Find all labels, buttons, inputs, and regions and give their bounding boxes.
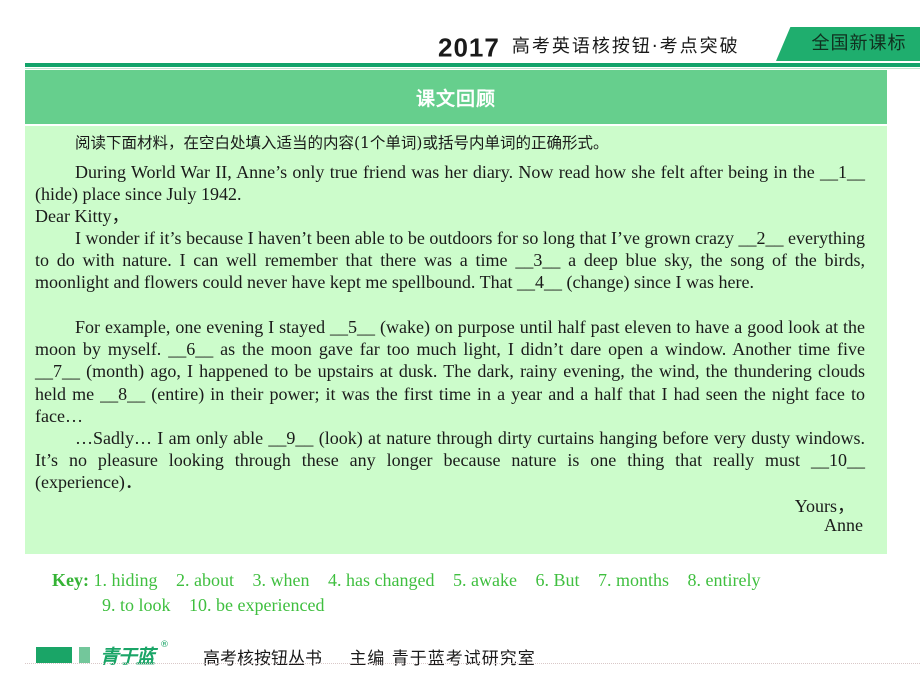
answer-item: 10. be experienced	[189, 594, 325, 615]
answer-item: 4. has changed	[328, 570, 435, 590]
section-title-bar: 课文回顾	[25, 70, 887, 124]
curriculum-badge-label: 全国新课标	[811, 33, 907, 54]
answer-item: 7. months	[597, 570, 669, 590]
section-title: 课文回顾	[415, 87, 496, 110]
answer-key-row-1: Key: 1. hiding 2. about 3. when 4. has c…	[52, 568, 882, 593]
footer-block-icon	[36, 647, 72, 663]
header-divider	[25, 63, 920, 67]
answer-item: 5. awake	[452, 570, 517, 590]
footer-bar-icon	[79, 647, 90, 663]
footer-divider	[25, 663, 920, 664]
answer-key-label: Key:	[52, 570, 89, 590]
letter-paragraph-2: For example, one evening I stayed __5__ …	[35, 317, 865, 426]
intro-paragraph: During World War II, Anne’s only true fr…	[35, 162, 865, 205]
page-header: 2017 高考英语核按钮·考点突破	[438, 32, 740, 62]
page-footer: 青于蓝 ® 高考核按钮丛书 主编 青于蓝考试研究室	[0, 640, 920, 670]
letter-signature: Anne	[824, 515, 863, 535]
answer-item: 2. about	[176, 570, 234, 590]
passage-box: 阅读下面材料，在空白处填入适当的内容(1个单词)或括号内单词的正确形式。 Dur…	[25, 126, 887, 554]
instruction-text: 阅读下面材料，在空白处填入适当的内容(1个单词)或括号内单词的正确形式。	[75, 134, 609, 152]
publisher-logo: 青于蓝	[100, 646, 155, 668]
header-year: 2017	[438, 32, 500, 63]
answer-item: 3. when	[252, 570, 310, 590]
editor-credit: 主编 青于蓝考试研究室	[349, 649, 536, 669]
answer-item: 8. entirely	[687, 570, 761, 590]
answer-key: Key: 1. hiding 2. about 3. when 4. has c…	[52, 568, 882, 617]
header-subtitle: 高考英语核按钮·考点突破	[511, 36, 740, 58]
answer-key-row-2: 9. to look 10. be experienced	[52, 593, 882, 618]
book-series: 高考核按钮丛书	[203, 649, 322, 669]
salutation: Dear Kitty，	[35, 206, 130, 226]
letter-paragraph-1: I wonder if it’s because I haven’t been …	[35, 228, 865, 293]
registered-mark: ®	[160, 640, 169, 650]
curriculum-badge: 全国新课标	[776, 27, 920, 61]
header-divider-light	[25, 68, 920, 69]
answer-item: 1. hiding	[93, 570, 158, 590]
answer-item: 9. to look	[102, 594, 171, 615]
answer-item: 6. But	[535, 570, 580, 590]
letter-paragraph-3: …Sadly… I am only able __9__ (look) at n…	[35, 428, 865, 493]
footer-text: 高考核按钮丛书 主编 青于蓝考试研究室	[203, 644, 536, 669]
